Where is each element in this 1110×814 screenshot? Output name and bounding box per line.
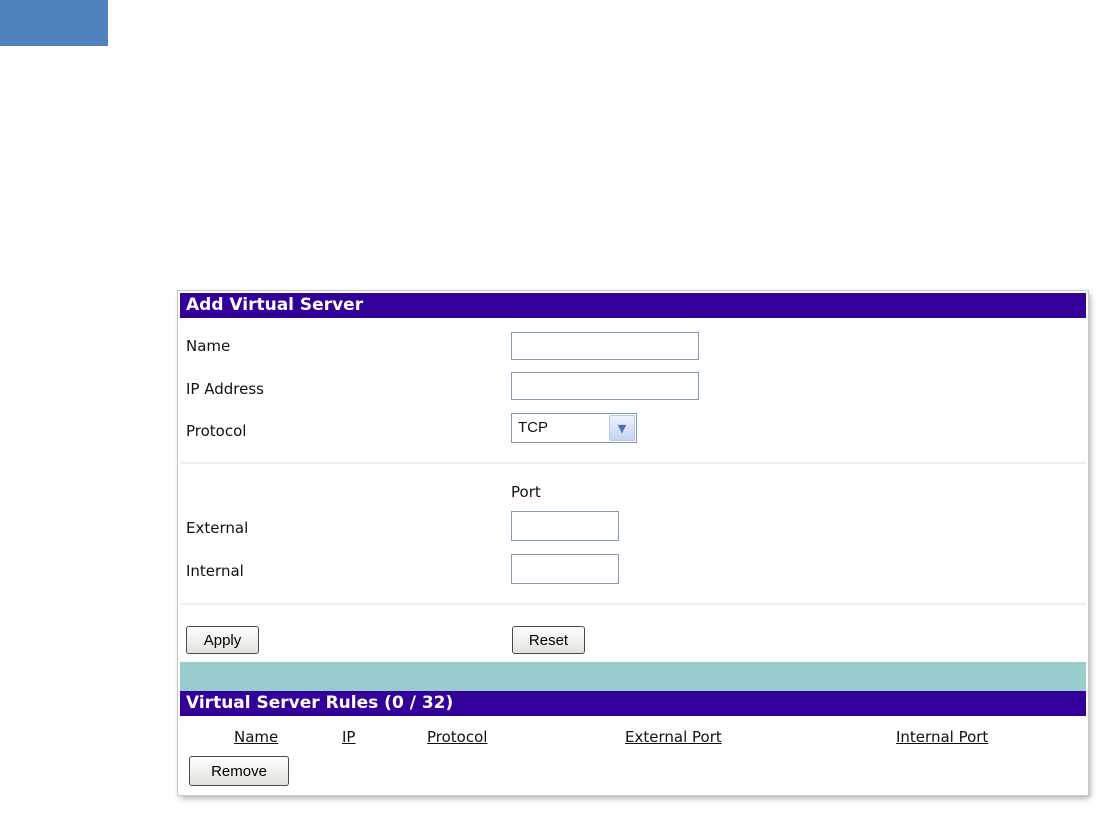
internal-label: Internal: [186, 562, 244, 580]
external-port-input[interactable]: [511, 511, 619, 541]
internal-port-input[interactable]: [511, 554, 619, 584]
name-label: Name: [186, 337, 231, 355]
column-header-ip[interactable]: IP: [342, 728, 355, 746]
ip-address-label: IP Address: [186, 380, 264, 398]
divider-1: [180, 462, 1086, 464]
chevron-down-icon[interactable]: ▼: [609, 415, 635, 441]
add-virtual-server-header: Add Virtual Server: [180, 293, 1086, 318]
column-header-name[interactable]: Name: [234, 728, 278, 746]
protocol-label: Protocol: [186, 422, 247, 440]
corner-tab: [0, 0, 108, 46]
column-header-external-port[interactable]: External Port: [625, 728, 722, 746]
name-input[interactable]: [511, 332, 699, 360]
section-separator-band: [180, 662, 1086, 691]
apply-button[interactable]: Apply: [186, 626, 259, 654]
external-label: External: [186, 519, 249, 537]
divider-2: [180, 603, 1086, 605]
virtual-server-rules-header: Virtual Server Rules (0 / 32): [180, 691, 1086, 716]
port-heading: Port: [511, 483, 541, 501]
virtual-server-panel: Add Virtual Server Name IP Address Proto…: [178, 291, 1088, 795]
reset-button[interactable]: Reset: [512, 626, 585, 654]
column-header-internal-port[interactable]: Internal Port: [896, 728, 988, 746]
ip-address-input[interactable]: [511, 372, 699, 400]
remove-button[interactable]: Remove: [189, 756, 289, 786]
column-header-protocol[interactable]: Protocol: [427, 728, 487, 746]
protocol-select[interactable]: TCP ▼: [511, 413, 637, 443]
protocol-selected-value: TCP: [518, 419, 548, 436]
